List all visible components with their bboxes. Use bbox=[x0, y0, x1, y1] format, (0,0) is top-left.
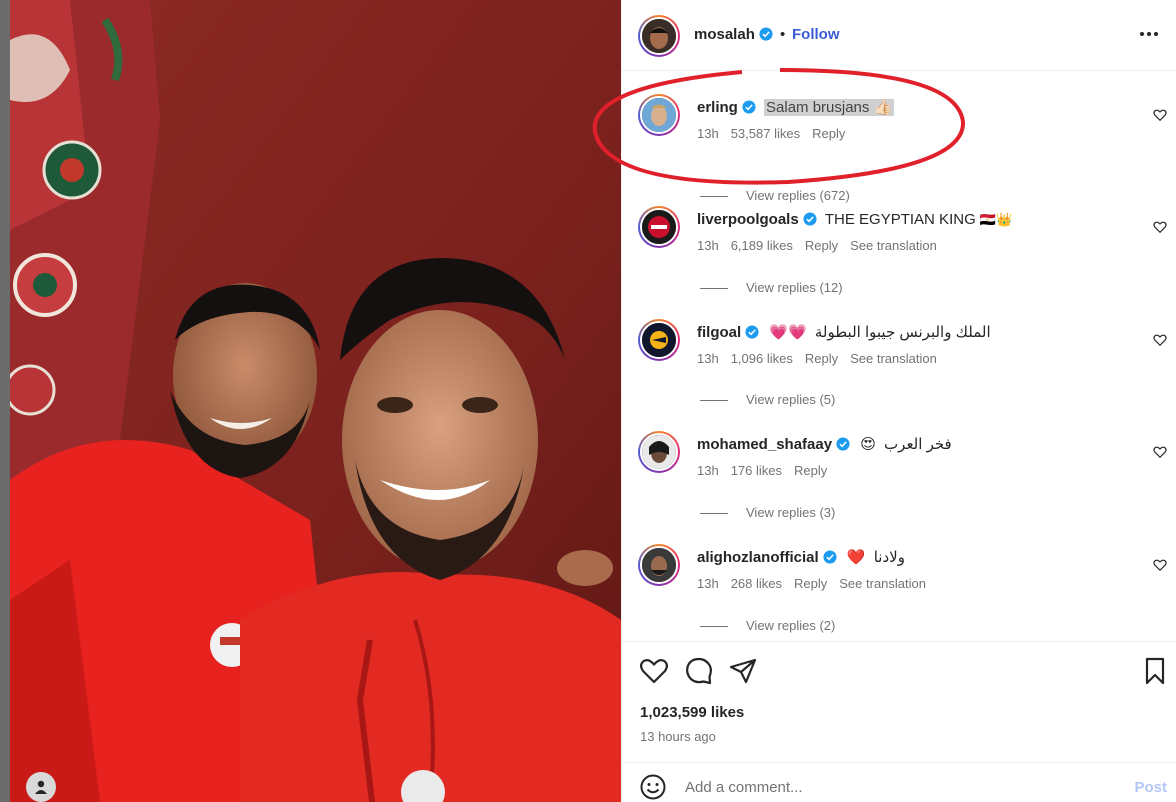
comment-input[interactable] bbox=[685, 775, 1105, 799]
comment-username[interactable]: filgoal bbox=[697, 324, 741, 341]
post-comment-button[interactable]: Post bbox=[1134, 779, 1167, 796]
commenter-avatar[interactable] bbox=[638, 431, 680, 473]
tagged-user-icon[interactable] bbox=[26, 772, 56, 802]
view-replies-button[interactable]: View replies (2) bbox=[700, 618, 835, 633]
comment-time: 13h bbox=[697, 351, 719, 366]
post-header: mosalah • Follow bbox=[622, 0, 1176, 71]
comment-emoji: 🇪🇬👑 bbox=[979, 212, 1013, 227]
post-actions-bar: 1,023,599 likes 13 hours ago bbox=[622, 641, 1176, 773]
post-photo bbox=[10, 0, 621, 802]
like-comment-heart-icon[interactable] bbox=[1153, 445, 1167, 459]
author-username[interactable]: mosalah bbox=[694, 26, 773, 43]
reply-button[interactable]: Reply bbox=[805, 238, 838, 253]
commenter-avatar[interactable] bbox=[638, 206, 680, 248]
comment-icon[interactable] bbox=[684, 656, 714, 686]
comment-time: 13h bbox=[697, 463, 719, 478]
follow-button[interactable]: Follow bbox=[792, 26, 840, 43]
like-comment-heart-icon[interactable] bbox=[1153, 333, 1167, 347]
verified-badge-icon bbox=[742, 100, 756, 114]
verified-badge-icon bbox=[836, 437, 850, 451]
more-options-icon[interactable] bbox=[1137, 22, 1161, 46]
view-replies-button[interactable]: View replies (12) bbox=[700, 280, 843, 295]
reply-button[interactable]: Reply bbox=[812, 126, 845, 141]
view-replies-button[interactable]: View replies (3) bbox=[700, 505, 835, 520]
comment-emoji: 😍 bbox=[860, 436, 876, 453]
reply-button[interactable]: Reply bbox=[794, 463, 827, 478]
send-icon[interactable] bbox=[728, 656, 758, 686]
post-details-panel: mosalah • Follow erling Salam brusjans 👍… bbox=[621, 0, 1176, 802]
like-comment-heart-icon[interactable] bbox=[1153, 220, 1167, 234]
comment-text: الملك والبرنس جيبوا البطولة bbox=[814, 324, 991, 341]
verified-badge-icon bbox=[803, 212, 817, 226]
reply-button[interactable]: Reply bbox=[794, 576, 827, 591]
heart-icon[interactable] bbox=[639, 656, 669, 686]
see-translation-button[interactable]: See translation bbox=[850, 238, 937, 253]
verified-badge-icon bbox=[759, 27, 773, 41]
see-translation-button[interactable]: See translation bbox=[850, 351, 937, 366]
comment-text-highlighted: Salam brusjans 👍🏻 bbox=[764, 99, 895, 116]
comment-likes[interactable]: 1,096 likes bbox=[731, 351, 793, 366]
selfie-image bbox=[10, 0, 621, 802]
view-replies-button[interactable]: View replies (5) bbox=[700, 392, 835, 407]
comment-emoji: ❤️ bbox=[846, 549, 866, 566]
comment-text: THE EGYPTIAN KING bbox=[824, 211, 976, 228]
comment-likes[interactable]: 176 likes bbox=[731, 463, 782, 478]
comment-emoji: 💗💗 bbox=[769, 324, 807, 341]
comment-likes[interactable]: 53,587 likes bbox=[731, 126, 800, 141]
verified-badge-icon bbox=[745, 325, 759, 339]
post-timestamp[interactable]: 13 hours ago bbox=[640, 729, 716, 744]
comment-text: ولادنا bbox=[873, 549, 905, 566]
view-replies-button[interactable]: View replies (672) bbox=[700, 188, 850, 203]
comment-username[interactable]: mohamed_shafaay bbox=[697, 436, 832, 453]
window-edge bbox=[0, 0, 10, 802]
commenter-avatar[interactable] bbox=[638, 319, 680, 361]
comment-time: 13h bbox=[697, 238, 719, 253]
comment-likes[interactable]: 268 likes bbox=[731, 576, 782, 591]
reply-button[interactable]: Reply bbox=[805, 351, 838, 366]
emoji-icon[interactable] bbox=[640, 774, 666, 800]
comment-likes[interactable]: 6,189 likes bbox=[731, 238, 793, 253]
comments-list: erling Salam brusjans 👍🏻 13h 53,587 likes… bbox=[622, 72, 1176, 640]
comment-username[interactable]: alighozlanofficial bbox=[697, 549, 819, 566]
separator-dot: • bbox=[780, 26, 786, 43]
like-comment-heart-icon[interactable] bbox=[1153, 558, 1167, 572]
likes-count[interactable]: 1,023,599 likes bbox=[640, 704, 744, 721]
add-comment-bar: Post bbox=[622, 762, 1176, 802]
see-translation-button[interactable]: See translation bbox=[839, 576, 926, 591]
author-avatar[interactable] bbox=[638, 15, 680, 57]
comment-username[interactable]: erling bbox=[697, 99, 738, 116]
verified-badge-icon bbox=[823, 550, 837, 564]
commenter-avatar[interactable] bbox=[638, 544, 680, 586]
comment-text: فخر العرب bbox=[884, 436, 952, 453]
comment-time: 13h bbox=[697, 126, 719, 141]
commenter-avatar[interactable] bbox=[638, 94, 680, 136]
comment-time: 13h bbox=[697, 576, 719, 591]
comment-username[interactable]: liverpoolgoals bbox=[697, 211, 799, 228]
like-comment-heart-icon[interactable] bbox=[1153, 108, 1167, 122]
bookmark-icon[interactable] bbox=[1140, 656, 1170, 686]
